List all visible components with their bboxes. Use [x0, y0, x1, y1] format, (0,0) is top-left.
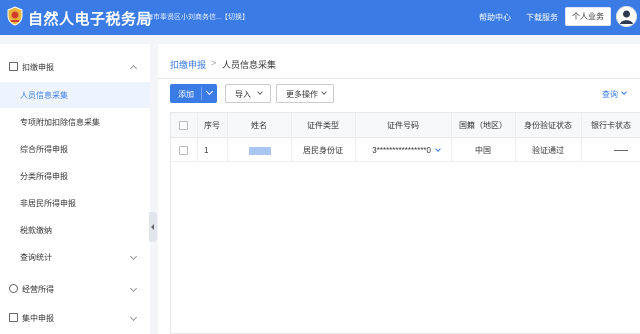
- cell-name-masked: [249, 147, 271, 155]
- play-icon: [9, 313, 18, 322]
- breadcrumb-parent-link[interactable]: 扣缴申报: [170, 58, 206, 71]
- main-content: 扣缴申报 > 人员信息采集 添加 导入 更多操作 查询 序号 姓名 证件类型 证…: [158, 44, 640, 334]
- user-avatar-icon[interactable]: [616, 6, 637, 27]
- table-header: 序号 姓名 证件类型 证件号码 国籍（地区） 身份验证状态 银行卡状态: [171, 113, 640, 138]
- import-button-label: 导入: [235, 90, 251, 99]
- sidebar-item-classified-income[interactable]: 分类所得申报: [0, 163, 150, 189]
- help-center-link[interactable]: 帮助中心: [479, 12, 511, 23]
- header-verify-status: 身份验证状态: [524, 121, 572, 130]
- sidebar-group-label: 集中申报: [22, 314, 54, 323]
- breadcrumb-separator: >: [211, 58, 217, 68]
- cell-id-type: 居民身份证: [303, 146, 343, 155]
- personal-business-button[interactable]: 个人业务: [565, 7, 611, 26]
- chevron-down-icon: [129, 284, 138, 293]
- cell-seq: 1: [204, 146, 209, 155]
- sidebar-item-label: 分类所得申报: [20, 172, 68, 181]
- form-icon: [9, 62, 18, 71]
- header-id-type: 证件类型: [307, 121, 339, 130]
- chevron-down-icon[interactable]: [621, 89, 627, 95]
- chevron-down-icon[interactable]: [435, 146, 441, 152]
- sidebar-item-query-stats[interactable]: 查询统计: [0, 244, 150, 270]
- header-id-number: 证件号码: [387, 121, 419, 130]
- cell-nationality: 中国: [475, 146, 491, 155]
- sidebar-item-comprehensive-income[interactable]: 综合所得申报: [0, 136, 150, 162]
- sidebar-group-label: 扣缴申报: [22, 63, 54, 72]
- chevron-down-icon: [129, 252, 138, 261]
- cell-bank-status-empty: [614, 150, 628, 151]
- more-actions-label: 更多操作: [286, 90, 318, 99]
- sidebar-collapse-handle[interactable]: [149, 212, 157, 242]
- tax-emblem-icon: [6, 6, 24, 26]
- chevron-up-icon: [129, 64, 138, 73]
- cell-verify-status: 验证通过: [532, 146, 564, 155]
- chevron-down-icon[interactable]: [205, 87, 214, 96]
- sidebar-item-nonresident-income[interactable]: 非居民所得申报: [0, 190, 150, 216]
- chevron-down-icon: [129, 313, 138, 322]
- header-bank-status: 银行卡状态: [591, 121, 631, 130]
- query-toggle[interactable]: 查询: [602, 89, 618, 100]
- table-row[interactable]: 1 居民身份证 3****************0 中国 验证通过: [171, 139, 640, 162]
- header-name: 姓名: [251, 121, 267, 130]
- chevron-down-icon: [257, 89, 263, 95]
- breadcrumb-current: 人员信息采集: [222, 60, 277, 70]
- download-service-link[interactable]: 下载服务: [526, 12, 558, 23]
- org-name: 上海市奉贤区小刘商务信...: [139, 14, 222, 21]
- app-title: 自然人电子税务局: [28, 11, 153, 28]
- sidebar-item-label: 综合所得申报: [20, 145, 68, 154]
- add-button[interactable]: 添加: [170, 84, 217, 103]
- sidebar-item-label: 专项附加扣除信息采集: [20, 118, 100, 127]
- header-nationality: 国籍（地区）: [459, 121, 507, 130]
- sidebar-group-withholding[interactable]: 扣缴申报: [0, 54, 150, 80]
- add-button-divider: [201, 87, 202, 100]
- select-all-checkbox[interactable]: [179, 121, 188, 130]
- personnel-table: 序号 姓名 证件类型 证件号码 国籍（地区） 身份验证状态 银行卡状态 1 居民…: [170, 112, 640, 334]
- sidebar-group-business-income[interactable]: 经营所得: [0, 276, 150, 302]
- sidebar-group-centralized-filing[interactable]: 集中申报: [0, 305, 150, 331]
- add-button-label: 添加: [178, 90, 194, 99]
- sidebar-nav: 扣缴申报 人员信息采集 专项附加扣除信息采集 综合所得申报 分类所得申报 非居民…: [0, 44, 150, 334]
- sidebar-item-special-deduction[interactable]: 专项附加扣除信息采集: [0, 109, 150, 135]
- row-checkbox[interactable]: [179, 146, 188, 155]
- breadcrumb-divider: [158, 78, 640, 79]
- sidebar-item-tax-payment[interactable]: 税款缴纳: [0, 217, 150, 243]
- cell-id-number: 3****************0: [372, 146, 431, 155]
- sidebar-item-personnel-info[interactable]: 人员信息采集: [0, 82, 150, 108]
- sidebar-item-label: 非居民所得申报: [20, 199, 76, 208]
- import-button[interactable]: 导入: [225, 84, 271, 103]
- sidebar-item-label: 税款缴纳: [20, 226, 52, 235]
- header-seq: 序号: [204, 121, 220, 130]
- sidebar-group-label: 经营所得: [22, 285, 54, 294]
- more-actions-button[interactable]: 更多操作: [276, 84, 334, 103]
- sidebar-item-label: 查询统计: [20, 253, 52, 262]
- sidebar-item-label: 人员信息采集: [20, 91, 68, 100]
- top-bar: 自然人电子税务局 上海市奉贤区小刘商务信... 【切换】 帮助中心 下载服务 个…: [0, 0, 640, 35]
- settings-icon: [9, 284, 18, 293]
- switch-org-link[interactable]: 【切换】: [221, 12, 249, 22]
- chevron-down-icon: [321, 89, 327, 95]
